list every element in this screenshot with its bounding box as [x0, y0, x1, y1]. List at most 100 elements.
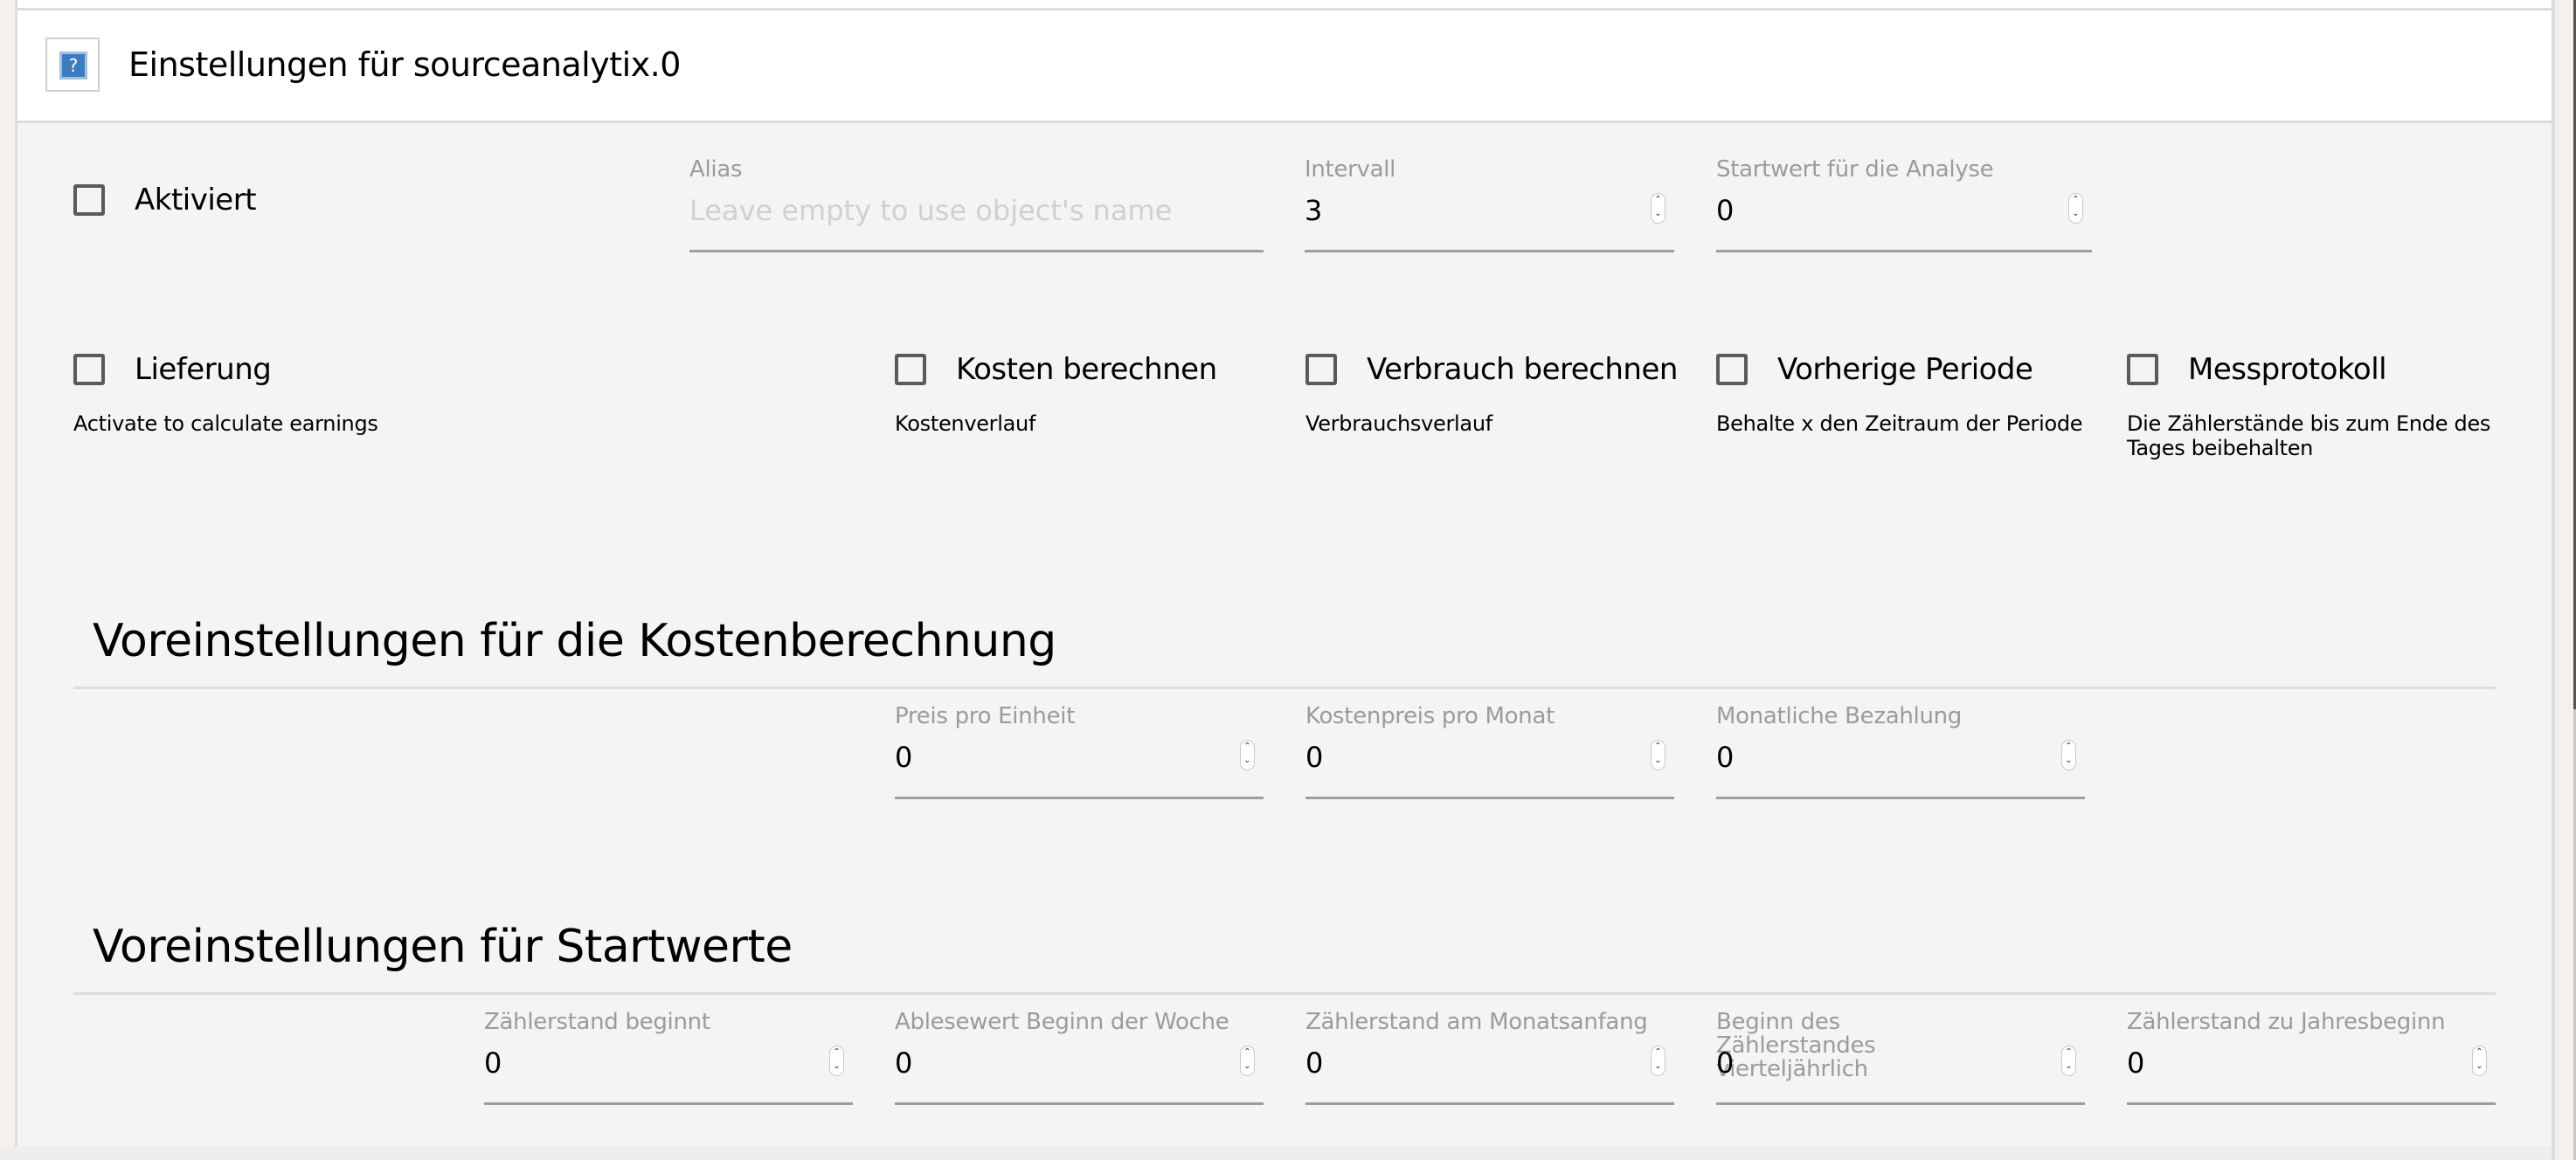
kosten-label: Kosten berechnen	[956, 352, 1217, 387]
chevron-up-icon[interactable]: ⌃	[1652, 194, 1665, 208]
quarter-start-underline	[1716, 1102, 2085, 1105]
price-per-unit-label: Preis pro Einheit	[895, 703, 1076, 729]
monthly-cost-underline	[1305, 797, 1674, 799]
verbrauch-checkbox[interactable]	[1305, 354, 1337, 385]
activated-checkbox[interactable]	[73, 184, 105, 216]
monthly-cost-spinner[interactable]: ⌃ ⌄	[1651, 740, 1665, 770]
price-per-unit-spinner[interactable]: ⌃ ⌄	[1240, 740, 1255, 770]
start-value-label: Startwert für die Analyse	[1716, 156, 1994, 183]
chevron-up-icon[interactable]: ⌃	[1241, 1046, 1254, 1060]
chevron-down-icon[interactable]: ⌄	[1652, 1060, 1665, 1074]
chevron-down-icon[interactable]: ⌄	[1652, 208, 1665, 222]
price-per-unit-underline	[895, 797, 1264, 799]
help-button[interactable]: ?	[45, 38, 100, 92]
meter-start-field: Zählerstand beginnt ⌃⌄	[484, 1011, 853, 1107]
chevron-down-icon[interactable]: ⌄	[2062, 1060, 2075, 1074]
interval-label: Intervall	[1305, 156, 1396, 183]
vorherige-periode-checkbox[interactable]	[1716, 354, 1748, 385]
start-value-underline	[1716, 250, 2092, 252]
monthly-cost-input[interactable]	[1305, 738, 1674, 777]
year-start-underline	[2127, 1102, 2496, 1105]
chevron-up-icon[interactable]: ⌃	[830, 1046, 843, 1060]
quarter-start-spinner[interactable]: ⌃ ⌄	[2061, 1046, 2076, 1076]
year-start-label: Zählerstand zu Jahresbeginn	[2127, 1009, 2446, 1035]
week-start-underline	[895, 1102, 1264, 1105]
chevron-up-icon[interactable]: ⌃	[1241, 741, 1254, 755]
month-start-input[interactable]	[1305, 1044, 1674, 1082]
monthly-payment-field: Monatliche Bezahlung ⌃⌄	[1716, 705, 2085, 801]
chevron-up-icon[interactable]: ⌃	[2062, 1046, 2075, 1060]
cost-section-divider	[73, 687, 2496, 689]
start-section-heading: Voreinstellungen für Startwerte	[93, 921, 793, 973]
messprotokoll-checkbox[interactable]	[2127, 354, 2158, 385]
cost-section-heading: Voreinstellungen für die Kostenberechnun…	[93, 615, 1056, 667]
kosten-description: Kostenverlauf	[895, 411, 1036, 436]
meter-start-input[interactable]	[484, 1044, 853, 1082]
monthly-payment-input[interactable]	[1716, 738, 2085, 777]
chevron-down-icon[interactable]: ⌄	[2062, 755, 2075, 769]
chevron-down-icon[interactable]: ⌄	[1241, 1060, 1254, 1074]
quarter-start-field: Beginn des Zählerstandes vierteljährlich…	[1716, 1011, 2085, 1107]
monthly-payment-spinner[interactable]: ⌃ ⌄	[2061, 740, 2076, 770]
lieferung-description: Activate to calculate earnings	[73, 411, 378, 436]
activated-label: Aktiviert	[135, 183, 257, 218]
meter-start-spinner[interactable]: ⌃ ⌄	[829, 1046, 844, 1076]
alias-input[interactable]	[689, 191, 1264, 230]
chevron-up-icon[interactable]: ⌃	[2473, 1046, 2486, 1060]
chevron-up-icon[interactable]: ⌃	[2062, 741, 2075, 755]
start-value-field: Startwert für die Analyse ⌃⌄	[1716, 158, 2092, 254]
start-value-input[interactable]	[1716, 191, 2092, 230]
left-window-edge	[0, 0, 15, 1146]
meter-start-label: Zählerstand beginnt	[484, 1009, 710, 1035]
verbrauch-label: Verbrauch berechnen	[1367, 352, 1678, 387]
month-start-label: Zählerstand am Monatsanfang	[1305, 1009, 1648, 1035]
month-start-field: Zählerstand am Monatsanfang ⌃⌄	[1305, 1011, 1674, 1107]
monthly-payment-underline	[1716, 797, 2085, 799]
interval-spinner[interactable]: ⌃ ⌄	[1651, 193, 1665, 224]
right-window-edge	[2555, 0, 2574, 1160]
chevron-up-icon[interactable]: ⌃	[1652, 1046, 1665, 1060]
week-start-label: Ablesewert Beginn der Woche	[895, 1009, 1229, 1035]
verbrauch-description: Verbrauchsverlauf	[1305, 411, 1492, 436]
monthly-payment-label: Monatliche Bezahlung	[1716, 703, 1963, 729]
kosten-checkbox[interactable]	[895, 354, 926, 385]
year-start-spinner[interactable]: ⌃ ⌄	[2472, 1046, 2487, 1076]
chevron-down-icon[interactable]: ⌄	[1241, 755, 1254, 769]
month-start-spinner[interactable]: ⌃ ⌄	[1651, 1046, 1665, 1076]
chevron-up-icon[interactable]: ⌃	[2069, 194, 2082, 208]
alias-underline	[689, 250, 1264, 252]
chevron-down-icon[interactable]: ⌄	[2473, 1060, 2486, 1074]
monthly-cost-field: Kostenpreis pro Monat ⌃⌄	[1305, 705, 1674, 801]
interval-input[interactable]	[1305, 191, 1674, 230]
year-start-field: Zählerstand zu Jahresbeginn ⌃⌄	[2127, 1011, 2496, 1107]
price-per-unit-input[interactable]	[895, 738, 1264, 777]
year-start-input[interactable]	[2127, 1044, 2496, 1082]
chevron-up-icon[interactable]: ⌃	[1652, 741, 1665, 755]
chevron-down-icon[interactable]: ⌄	[1652, 755, 1665, 769]
lieferung-checkbox[interactable]	[73, 354, 105, 385]
week-start-spinner[interactable]: ⌃ ⌄	[1240, 1046, 1255, 1076]
alias-field: Alias	[689, 158, 1264, 254]
price-per-unit-field: Preis pro Einheit ⌃⌄	[895, 705, 1264, 801]
start-section-divider	[73, 992, 2496, 995]
vorherige-periode-description: Behalte x den Zeitraum der Periode	[1716, 411, 2083, 436]
start-value-spinner[interactable]: ⌃ ⌄	[2068, 193, 2083, 224]
messprotokoll-description: Die Zählerstände bis zum Ende des Tages …	[2127, 411, 2491, 460]
month-start-underline	[1305, 1102, 1674, 1105]
week-start-input[interactable]	[895, 1044, 1264, 1082]
top-band	[17, 0, 2552, 10]
meter-start-underline	[484, 1102, 853, 1105]
chevron-down-icon[interactable]: ⌄	[2069, 208, 2082, 222]
settings-panel: Aktiviert Alias Intervall ⌃⌄ Startwert f…	[17, 123, 2552, 1146]
interval-underline	[1305, 250, 1674, 252]
messprotokoll-label: Messprotokoll	[2188, 352, 2387, 387]
chevron-down-icon[interactable]: ⌄	[830, 1060, 843, 1074]
dialog-title: Einstellungen für sourceanalytix.0	[128, 45, 681, 84]
alias-label: Alias	[689, 156, 743, 183]
monthly-cost-label: Kostenpreis pro Monat	[1305, 703, 1555, 729]
help-question-icon: ?	[59, 52, 87, 79]
quarter-start-input[interactable]	[1716, 1044, 2085, 1082]
week-start-field: Ablesewert Beginn der Woche ⌃⌄	[895, 1011, 1264, 1107]
vorherige-periode-label: Vorherige Periode	[1777, 352, 2033, 387]
dialog-header: ? Einstellungen für sourceanalytix.0	[17, 10, 2552, 123]
